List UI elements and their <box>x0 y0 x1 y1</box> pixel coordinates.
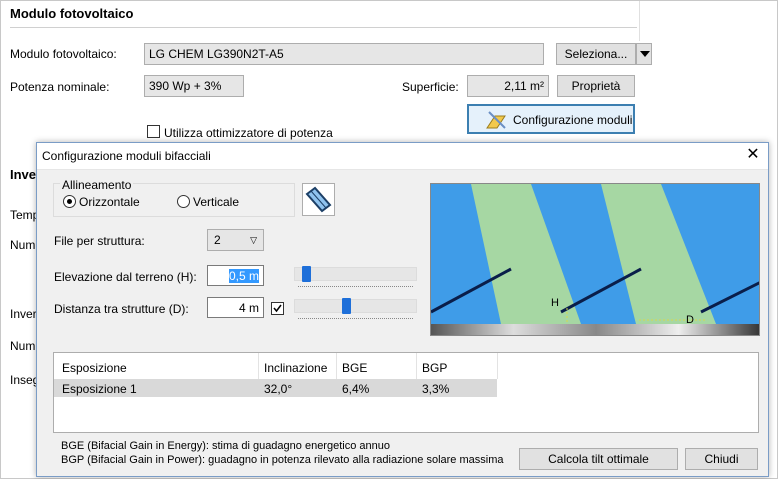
power-field: 390 Wp + 3% <box>144 75 244 97</box>
bifacial-diagram: H D <box>430 183 760 336</box>
elevation-slider-track[interactable] <box>294 267 417 281</box>
bifacial-config-dialog: Configurazione moduli bifacciali ✕ Allin… <box>36 142 769 477</box>
power-label: Potenza nominale: <box>10 80 110 94</box>
elevation-value: 0,5 m <box>228 269 259 283</box>
table-header-tilt[interactable]: Inclinazione <box>264 361 327 375</box>
table-header-bge[interactable]: BGE <box>342 361 367 375</box>
distance-slider-thumb[interactable] <box>342 298 351 314</box>
footnote-bge: BGE (Bifacial Gain in Energy): stima di … <box>61 440 390 452</box>
bg-label-temp: Temp <box>10 208 40 222</box>
rows-select-value: 2 <box>214 233 221 247</box>
exposure-table: Esposizione Inclinazione BGE BGP Esposiz… <box>53 352 759 433</box>
table-cell: Esposizione 1 <box>62 382 137 396</box>
properties-button[interactable]: Proprietà <box>557 75 635 97</box>
distance-slider-track[interactable] <box>294 299 417 313</box>
table-header-exposure[interactable]: Esposizione <box>62 361 127 375</box>
diagram-label-h: H <box>551 297 559 309</box>
distance-checkbox[interactable] <box>271 302 284 315</box>
column-divider <box>258 353 259 379</box>
column-divider <box>416 353 417 379</box>
table-cell: 3,3% <box>422 382 450 396</box>
elevation-label: Elevazione dal terreno (H): <box>54 270 197 284</box>
distance-slider-ticks <box>298 318 413 320</box>
section-title: Modulo fotovoltaico <box>10 6 134 21</box>
module-field[interactable]: LG CHEM LG390N2T-A5 <box>144 43 544 65</box>
radio-vertical[interactable] <box>177 195 190 208</box>
radio-vertical-label[interactable]: Verticale <box>193 195 239 209</box>
section-divider <box>10 27 637 28</box>
panel-divider <box>639 1 640 41</box>
rows-select[interactable]: 2 ▽ <box>207 229 264 251</box>
footnote-bgp: BGP (Bifacial Gain in Power): guadagno i… <box>61 454 504 466</box>
optimizer-checkbox[interactable] <box>147 125 160 138</box>
bg-label-num: Num <box>10 238 36 252</box>
radio-horizontal[interactable] <box>63 195 76 208</box>
select-button[interactable]: Seleziona... <box>556 43 636 65</box>
surface-field: 2,11 m² <box>467 75 549 97</box>
dialog-title: Configurazione moduli bifacciali <box>42 149 211 163</box>
table-cell: 32,0° <box>264 382 293 396</box>
close-icon[interactable]: ✕ <box>744 146 762 164</box>
distance-label: Distanza tra strutture (D): <box>54 302 189 316</box>
checkmark-icon <box>273 304 282 313</box>
alignment-legend: Allineamento <box>60 178 134 192</box>
surface-label: Superficie: <box>402 80 459 94</box>
calc-optimal-tilt-button[interactable]: Calcola tilt ottimale <box>519 448 678 470</box>
config-modules-button[interactable]: Configurazione moduli <box>467 104 635 134</box>
module-label: Modulo fotovoltaico: <box>10 47 117 61</box>
column-divider <box>336 353 337 379</box>
rows-label: File per struttura: <box>54 234 145 248</box>
elevation-slider-ticks <box>298 286 413 288</box>
bg-label-inseg: Inseg <box>10 373 40 387</box>
distance-input[interactable]: 4 m <box>207 297 264 318</box>
inverter-section-title: Inve <box>10 167 37 182</box>
table-header-bgp[interactable]: BGP <box>422 361 447 375</box>
panel-orientation-icon <box>302 183 335 216</box>
table-cell: 6,4% <box>342 382 370 396</box>
bg-label-inver: Inver <box>10 307 37 321</box>
bg-label-num-2: Num <box>10 339 36 353</box>
close-button[interactable]: Chiudi <box>685 448 758 470</box>
dialog-titlebar: Configurazione moduli bifacciali ✕ <box>37 143 768 170</box>
elevation-slider-thumb[interactable] <box>301 266 311 282</box>
radio-horizontal-label[interactable]: Orizzontale <box>79 195 140 209</box>
distance-value: 4 m <box>238 301 259 315</box>
diagram-ground <box>431 324 759 335</box>
optimizer-label: Utilizza ottimizzatore di potenza <box>164 126 333 140</box>
chevron-down-icon: ▽ <box>250 235 257 245</box>
bifacial-modules-icon <box>485 110 507 130</box>
select-dropdown-arrow[interactable] <box>636 43 652 65</box>
config-modules-label: Configurazione moduli <box>513 113 633 127</box>
elevation-input[interactable]: 0,5 m <box>207 265 264 286</box>
column-divider <box>497 353 498 379</box>
